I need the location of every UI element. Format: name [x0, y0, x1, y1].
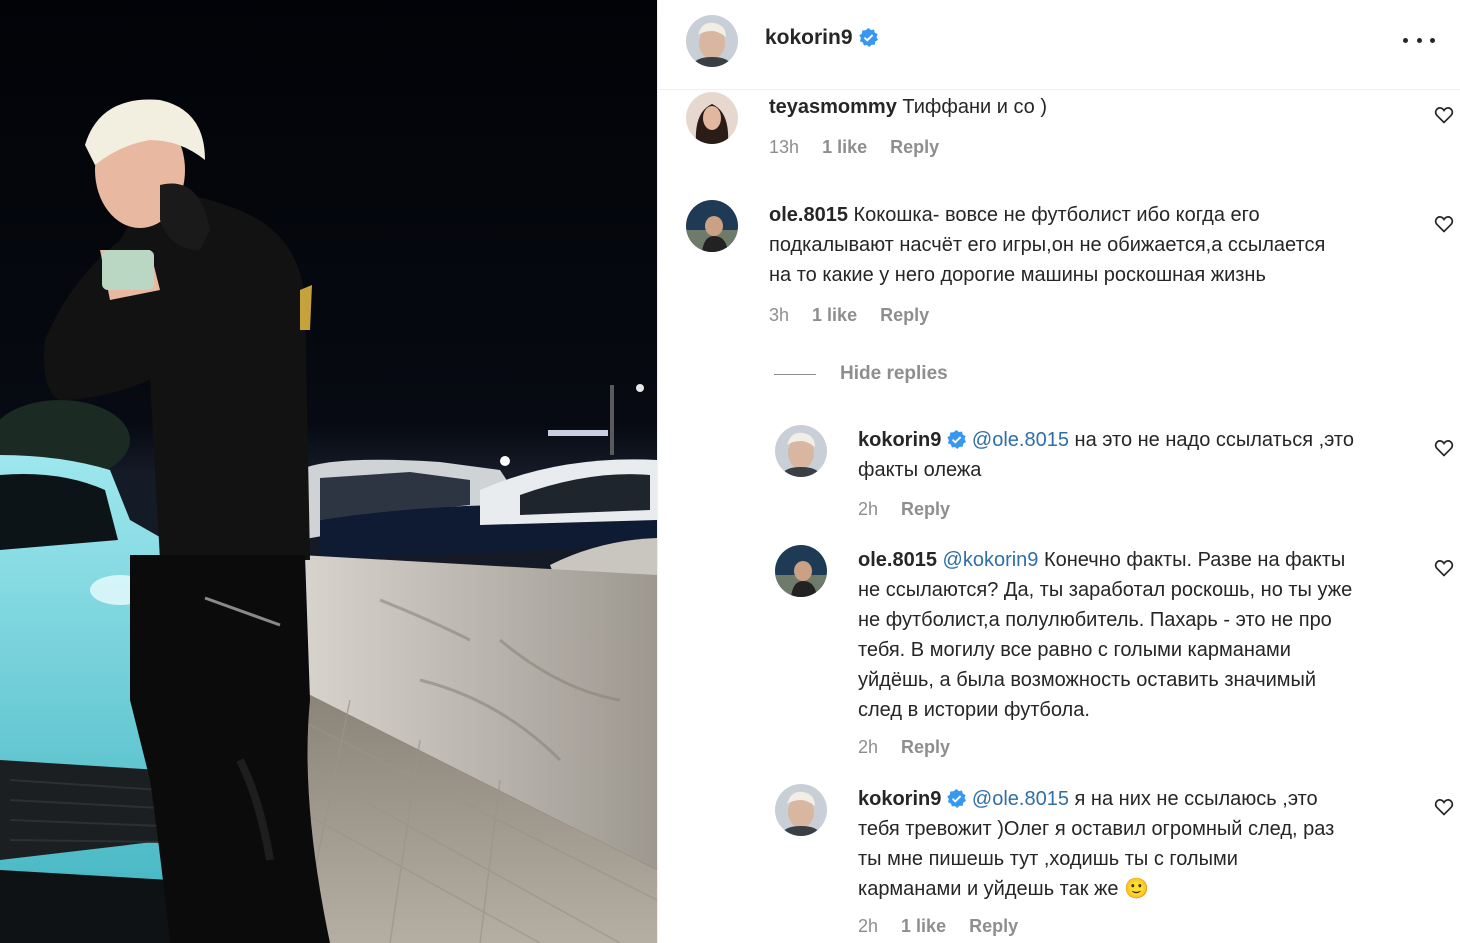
reply-line: на это не надо ссылаться ,это	[1074, 429, 1354, 451]
reply-meta: 2h Reply	[858, 737, 968, 758]
like-heart-icon[interactable]	[1434, 558, 1454, 578]
reply-line: след в истории футбола.	[858, 699, 1090, 721]
reply-meta: 2h 1 like Reply	[858, 916, 1036, 937]
reply-line: Конечно факты. Разве на факты	[1043, 549, 1346, 571]
reply-time[interactable]: 2h	[858, 737, 878, 757]
reply-button[interactable]: Reply	[890, 137, 939, 157]
like-heart-icon[interactable]	[1434, 797, 1454, 817]
reply-button[interactable]: Reply	[969, 916, 1018, 936]
comment-likes[interactable]: 1 like	[812, 305, 857, 325]
commenter-avatar[interactable]	[686, 92, 738, 144]
replier-avatar[interactable]	[775, 425, 827, 477]
comment-line: Кокошка- вовсе не футболист ибо когда ег…	[853, 204, 1260, 226]
comment-text: ole.8015 Кокошка- вовсе не футболист ибо…	[769, 200, 1325, 290]
reply-line: факты олежа	[858, 459, 982, 481]
reply-item: kokorin9 @ole.8015 я на них не ссылаюсь …	[775, 784, 1460, 943]
comment-username[interactable]: teyasmommy	[769, 96, 897, 118]
comment-line: подкалывают насчёт его игры,он не обижае…	[769, 234, 1326, 256]
comment-likes[interactable]: 1 like	[822, 137, 867, 157]
reply-item: kokorin9 @ole.8015 на это не надо ссылат…	[775, 425, 1460, 525]
reply-username[interactable]: kokorin9	[858, 788, 941, 810]
comment-time[interactable]: 3h	[769, 305, 789, 325]
author-avatar[interactable]	[686, 15, 738, 67]
mention-link[interactable]: @ole.8015	[972, 429, 1069, 451]
comment-line: на то какие у него дорогие машины роскош…	[769, 264, 1266, 286]
reply-line: не футболист,а полулюбитель. Пахарь - эт…	[858, 609, 1332, 631]
mention-link[interactable]: @kokorin9	[943, 549, 1039, 571]
reply-time[interactable]: 2h	[858, 499, 878, 519]
reply-line: не ссылаются? Да, ты заработал роскошь, …	[858, 579, 1353, 601]
author-username[interactable]: kokorin9	[765, 26, 853, 49]
reply-line: тебя. В могилу все равно с голыми карман…	[858, 639, 1291, 661]
hide-replies-label: Hide replies	[840, 363, 948, 384]
comment-time[interactable]: 13h	[769, 137, 799, 157]
reply-item: ole.8015 @kokorin9 Конечно факты. Разве …	[775, 545, 1460, 765]
comment-meta: 3h 1 like Reply	[769, 305, 947, 326]
reply-line: тебя тревожит )Олег я оставил огромный с…	[858, 818, 1335, 840]
reply-time[interactable]: 2h	[858, 916, 878, 936]
reply-line: ты мне пишешь тут ,ходишь ты с голыми	[858, 848, 1238, 870]
verified-badge-icon	[947, 430, 967, 449]
mention-link[interactable]: @ole.8015	[972, 788, 1069, 810]
reply-button[interactable]: Reply	[901, 499, 950, 519]
reply-text: kokorin9 @ole.8015 на это не надо ссылат…	[858, 425, 1354, 485]
like-heart-icon[interactable]	[1434, 105, 1454, 125]
reply-line: карманами и уйдешь так же 🙂	[858, 878, 1149, 900]
comment-username[interactable]: ole.8015	[769, 204, 848, 226]
comments-panel: kokorin9 teyasmommy Тиффани и со ) 13h 1…	[657, 0, 1460, 943]
comment-item: ole.8015 Кокошка- вовсе не футболист ибо…	[686, 200, 1460, 340]
reply-text: kokorin9 @ole.8015 я на них не ссылаюсь …	[858, 784, 1334, 904]
like-heart-icon[interactable]	[1434, 214, 1454, 234]
more-options-icon[interactable]	[1403, 25, 1435, 55]
post-photo	[0, 0, 657, 943]
comment-item: teyasmommy Тиффани и со ) 13h 1 like Rep…	[686, 92, 1460, 172]
hide-replies-line	[774, 373, 816, 375]
reply-meta: 2h Reply	[858, 499, 968, 520]
comment-body: Тиффани и со )	[902, 96, 1048, 118]
reply-likes[interactable]: 1 like	[901, 916, 946, 936]
author-username-row[interactable]: kokorin9	[765, 26, 878, 50]
commenter-avatar[interactable]	[686, 200, 738, 252]
replier-avatar[interactable]	[775, 545, 827, 597]
verified-badge-icon	[858, 28, 878, 47]
reply-username[interactable]: ole.8015	[858, 549, 937, 571]
like-heart-icon[interactable]	[1434, 438, 1454, 458]
comment-text: teyasmommy Тиффани и со )	[769, 92, 1047, 122]
hide-replies-button[interactable]: Hide replies	[774, 361, 948, 387]
reply-button[interactable]: Reply	[880, 305, 929, 325]
reply-username[interactable]: kokorin9	[858, 429, 941, 451]
reply-line: уйдёшь, а была возможность оставить знач…	[858, 669, 1317, 691]
reply-text: ole.8015 @kokorin9 Конечно факты. Разве …	[858, 545, 1352, 725]
comment-meta: 13h 1 like Reply	[769, 137, 957, 158]
replier-avatar[interactable]	[775, 784, 827, 836]
verified-badge-icon	[947, 789, 967, 808]
reply-line: я на них не ссылаюсь ,это	[1074, 788, 1318, 810]
reply-button[interactable]: Reply	[901, 737, 950, 757]
post-header: kokorin9	[658, 0, 1460, 90]
